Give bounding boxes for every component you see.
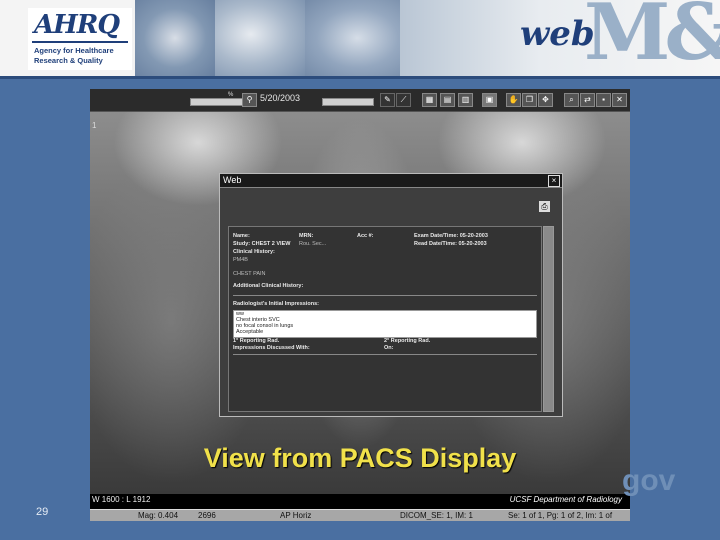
copy-icon[interactable]: ❐ [522, 93, 537, 107]
impressions-textarea[interactable]: ww Chest interio SVC no focal consol in … [233, 310, 537, 338]
study-label: Study: CHEST 2 VIEW [233, 241, 291, 247]
image-index: 1 [92, 121, 97, 130]
level-slider[interactable] [322, 98, 374, 106]
logo-text-line2: Research & Quality [34, 56, 103, 65]
layout-1-icon[interactable]: ▦ [422, 93, 437, 107]
impressions-label: Radiologist's Initial Impressions: [233, 301, 319, 307]
window-level-readout: W 1600 : L 1912 [92, 495, 151, 504]
chest-pain-text: CHEST PAIN [233, 271, 266, 277]
divider [233, 354, 537, 355]
department-label: UCSF Department of Radiology [509, 495, 622, 504]
pacs-viewer: % ⚲ 5/20/2003 ✎ ⟋ ▦ ▤ ▥ ▣ ✋ ❐ ✥ ⌕ ⇄ ▪ ✕ … [90, 89, 630, 521]
flip-icon[interactable]: ⇄ [580, 93, 595, 107]
logo-divider [32, 41, 128, 43]
close-icon[interactable]: × [548, 175, 560, 187]
header-xray-image-chest [135, 0, 215, 76]
mrn-label: MRN: [299, 233, 314, 239]
status-series: DICOM_SE: 1, IM: 1 [400, 511, 473, 520]
name-label: Name: [233, 233, 250, 239]
dialog-title: Web [223, 175, 242, 185]
status-bar: Mag: 0.404 2696 AP Horiz DICOM_SE: 1, IM… [90, 509, 630, 521]
hand-tool-icon[interactable]: ✋ [506, 93, 521, 107]
report-panel: Name: MRN: Acc #: Exam Date/Time: 05-20-… [228, 226, 554, 412]
gov-watermark: gov [622, 464, 676, 497]
divider [233, 295, 537, 296]
status-mag: Mag: 0.404 [138, 511, 179, 520]
impression-line: Acceptable [236, 329, 264, 335]
pacs-toolbar: % ⚲ 5/20/2003 ✎ ⟋ ▦ ▤ ▥ ▣ ✋ ❐ ✥ ⌕ ⇄ ▪ ✕ [90, 89, 630, 112]
logo-text-line1: Agency for Healthcare [34, 46, 114, 55]
slider-label: % [228, 92, 234, 98]
print-icon[interactable]: ⎙ [539, 201, 550, 212]
status-orientation: AP Horiz [280, 511, 312, 520]
web-report-dialog: Web × ⎙ Name: MRN: Acc #: Exam Date/Time… [219, 173, 563, 417]
acc-label: Acc #: [357, 233, 374, 239]
slide-caption: View from PACS Display [203, 443, 517, 473]
slide-number: 29 [36, 506, 49, 518]
clinical-history-value: PM4B [233, 257, 248, 263]
clinical-history-label: Clinical History: [233, 249, 275, 255]
close-viewer-icon[interactable]: ✕ [612, 93, 627, 107]
pan-icon[interactable]: ✥ [538, 93, 553, 107]
header-banner: AHRQ Agency for Healthcare Research & Qu… [0, 0, 720, 79]
report-scrollbar[interactable] [543, 226, 554, 412]
status-position: Se: 1 of 1, Pg: 1 of 2, Im: 1 of [508, 511, 613, 520]
monitor-icon[interactable]: ▣ [482, 93, 497, 107]
exam-date-label: Exam Date/Time: 05-20-2003 [414, 233, 488, 239]
zoom-icon[interactable]: ⌕ [564, 93, 579, 107]
header-xray-image-skull [305, 0, 400, 76]
layout-2-icon[interactable]: ▤ [440, 93, 455, 107]
status-code: 2696 [198, 511, 216, 520]
reporting-rad-1: 1° Reporting Rad. [233, 338, 280, 344]
patient-icon[interactable]: ⚲ [242, 93, 257, 107]
measure-tool-icon[interactable]: ⟋ [396, 93, 411, 107]
study-desc: Rou. Sec... [299, 241, 327, 247]
header-xray-image-hand [215, 0, 305, 76]
reporting-rad-2: 2° Reporting Rad. [384, 338, 431, 344]
annotate-tool-icon[interactable]: ✎ [380, 93, 395, 107]
layout-3-icon[interactable]: ▥ [458, 93, 473, 107]
additional-history-label: Additional Clinical History: [233, 283, 304, 289]
dialog-titlebar: Web × [220, 174, 562, 188]
on-label: On: [384, 345, 394, 351]
discussed-with-label: Impressions Discussed With: [233, 345, 310, 351]
ahrq-logo-mark: AHRQ [34, 10, 120, 40]
study-date: 5/20/2003 [260, 93, 301, 103]
webmm-logo-mm: M&M [584, 0, 720, 78]
ahrq-logo: AHRQ Agency for Healthcare Research & Qu… [28, 8, 132, 70]
save-icon[interactable]: ▪ [596, 93, 611, 107]
read-date-label: Read Date/Time: 05-20-2003 [414, 241, 487, 247]
